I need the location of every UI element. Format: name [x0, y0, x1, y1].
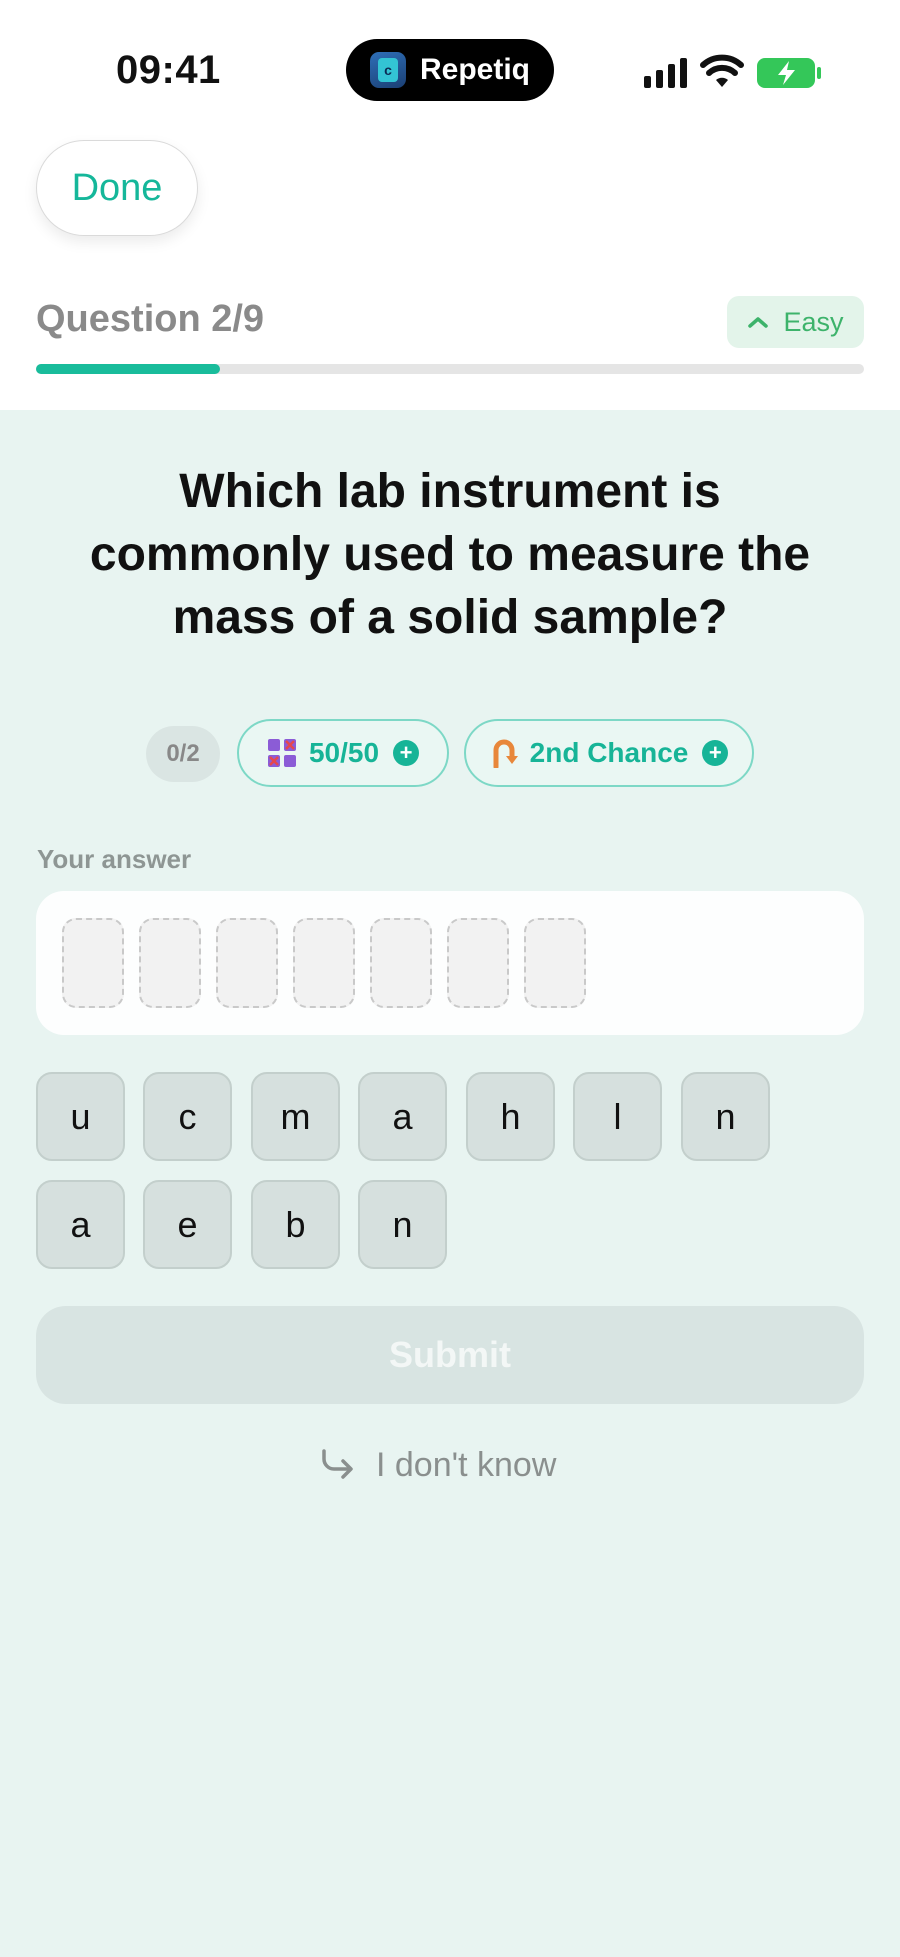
u-turn-arrow-icon: [493, 739, 518, 768]
letter-key[interactable]: n: [358, 1180, 447, 1269]
powerup-count: 0/2: [146, 726, 220, 782]
progress-fill: [36, 364, 220, 374]
status-time: 09:41: [116, 48, 221, 92]
second-chance-button[interactable]: 2nd Chance +: [464, 719, 754, 787]
letter-key[interactable]: u: [36, 1072, 125, 1161]
letter-key[interactable]: m: [251, 1072, 340, 1161]
difficulty-badge: Easy: [727, 296, 864, 348]
done-button[interactable]: Done: [36, 140, 198, 236]
battery-charging-icon: [757, 58, 821, 88]
submit-button[interactable]: Submit: [36, 1306, 864, 1404]
question-counter: Question 2/9: [36, 298, 265, 340]
fifty-fifty-label: 50/50: [308, 737, 380, 768]
answer-slot[interactable]: [216, 918, 278, 1008]
repetiq-app-icon: c: [370, 52, 406, 88]
island-app-name: Repetiq: [420, 53, 531, 86]
plus-icon: +: [393, 740, 420, 766]
question-text: Which lab instrument is commonly used to…: [89, 465, 811, 644]
second-chance-label: 2nd Chance: [529, 737, 689, 768]
letter-key[interactable]: a: [36, 1180, 125, 1269]
difficulty-label: Easy: [783, 306, 844, 337]
letter-key[interactable]: b: [251, 1180, 340, 1269]
letter-key[interactable]: l: [573, 1072, 662, 1161]
answer-slot[interactable]: [524, 918, 586, 1008]
letter-key[interactable]: a: [358, 1072, 447, 1161]
answer-slot[interactable]: [62, 918, 124, 1008]
answer-label: Your answer: [37, 844, 192, 874]
dynamic-island: c Repetiq: [346, 39, 554, 101]
header-area: 09:41 c Repetiq Done Question 2/9 Easy: [0, 0, 900, 410]
wifi-icon: [700, 54, 744, 87]
chevron-up-icon: [748, 317, 769, 328]
letter-key[interactable]: c: [143, 1072, 232, 1161]
answer-box: [36, 891, 864, 1035]
cellular-signal-icon: [644, 58, 687, 88]
answer-slot[interactable]: [447, 918, 509, 1008]
answer-slot[interactable]: [293, 918, 355, 1008]
plus-icon: +: [702, 740, 729, 766]
letter-key[interactable]: e: [143, 1180, 232, 1269]
letter-key[interactable]: h: [466, 1072, 555, 1161]
i-dont-know-label: I don't know: [376, 1445, 557, 1484]
answer-slot[interactable]: [370, 918, 432, 1008]
fifty-fifty-button[interactable]: 50/50 +: [237, 719, 449, 787]
i-dont-know-button[interactable]: I don't know: [320, 1440, 556, 1490]
answer-slot[interactable]: [139, 918, 201, 1008]
letter-key[interactable]: n: [681, 1072, 770, 1161]
skip-arrow-icon: [322, 1449, 353, 1479]
progress-bar: [36, 364, 864, 374]
fifty-fifty-icon: [267, 739, 296, 767]
